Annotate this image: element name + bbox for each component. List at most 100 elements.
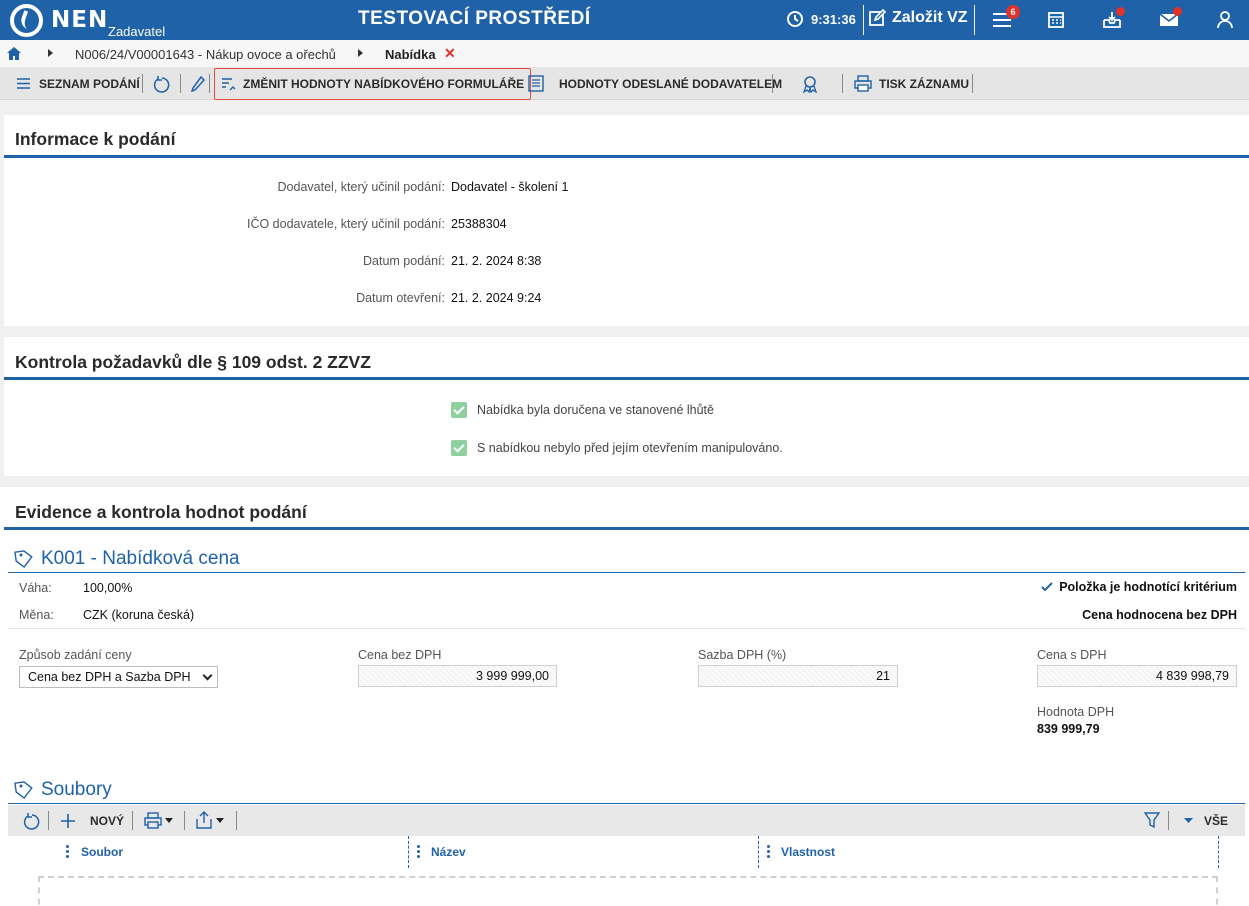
check-not-tampered: S nabídkou nebylo před jejím otevřením m… <box>451 440 783 456</box>
change-form-values-button[interactable]: ZMĚNIT HODNOTY NABÍDKOVÉHO FORMULÁŘE <box>214 68 532 100</box>
column-divider <box>758 836 759 868</box>
column-menu-icon[interactable] <box>417 845 420 858</box>
criterion-flag-label: Položka je hodnotící kritérium <box>1059 580 1237 594</box>
section-rule <box>4 377 1249 380</box>
files-toolbar: NOVÝ VŠE <box>8 805 1245 836</box>
section-rule <box>8 803 1245 804</box>
mail-button[interactable] <box>1157 7 1182 32</box>
export-menu-button[interactable] <box>196 811 224 829</box>
print-button[interactable]: TISK ZÁZNAMU <box>854 67 969 100</box>
price-vat-label: Cena s DPH <box>1037 648 1107 662</box>
filter-icon[interactable] <box>1144 812 1160 829</box>
checked-checkbox-icon <box>451 440 467 456</box>
file-drop-zone[interactable] <box>38 876 1218 906</box>
list-label: SEZNAM PODÁNÍ <box>39 76 140 91</box>
vat-amount-value: 839 999,79 <box>1037 722 1100 736</box>
currency-value: CZK (koruna česká) <box>83 608 195 622</box>
edit-icon <box>869 9 886 26</box>
chevron-right-icon <box>48 49 53 57</box>
column-menu-icon[interactable] <box>66 845 69 858</box>
submitted-date-label: Datum podání: <box>363 254 445 268</box>
weight-value: 100,00% <box>83 581 133 595</box>
opened-date-value: 21. 2. 2024 9:24 <box>451 291 542 305</box>
print-menu-button[interactable] <box>144 812 173 829</box>
evidence-panel: Evidence a kontrola hodnot podání K001 -… <box>0 487 1249 906</box>
price-no-vat-label: Cena bez DPH <box>358 648 442 662</box>
price-mode-value: Cena bez DPH a Sazba DPH <box>28 670 191 684</box>
divider <box>48 811 49 830</box>
calendar-button[interactable] <box>1044 8 1068 32</box>
filter-all-label: VŠE <box>1204 813 1229 828</box>
check-delivered-label: Nabídka byla doručena ve stanovené lhůtě <box>477 403 714 417</box>
column-header-property[interactable]: Vlastnost <box>781 845 835 859</box>
divider <box>209 74 210 93</box>
close-tab-icon[interactable]: ✕ <box>444 45 456 62</box>
filter-all-dropdown[interactable]: VŠE <box>1184 805 1228 836</box>
divider <box>1168 811 1169 830</box>
toolbar: SEZNAM PODÁNÍ ZMĚNIT HODNOTY NABÍDKOVÉHO… <box>0 67 1249 100</box>
menu-button[interactable]: 6 <box>990 5 1020 32</box>
divider <box>842 74 843 93</box>
logo-subtitle: Zadavatel <box>108 24 166 39</box>
breadcrumb-current: Nabídka <box>385 47 436 62</box>
list-button[interactable]: SEZNAM PODÁNÍ <box>17 67 140 100</box>
check-not-tampered-label: S nabídkou nebylo před jejím otevřením m… <box>477 441 783 455</box>
home-icon[interactable] <box>7 47 21 60</box>
create-vz-button[interactable]: Založit VZ <box>868 9 968 27</box>
column-divider <box>408 836 409 868</box>
new-file-button[interactable]: NOVÝ <box>60 805 124 836</box>
submitted-date-value: 21. 2. 2024 8:38 <box>451 254 542 268</box>
evaluated-note: Cena hodnocena bez DPH <box>1082 608 1237 622</box>
share-icon <box>196 811 212 829</box>
refresh-icon[interactable] <box>23 812 41 830</box>
divider <box>974 5 975 35</box>
calculator-icon <box>1048 12 1064 28</box>
column-header-name[interactable]: Název <box>431 845 466 859</box>
award-button[interactable] <box>801 67 819 100</box>
price-vat-field: 4 839 998,79 <box>1037 665 1237 687</box>
column-header-file[interactable]: Soubor <box>81 845 123 859</box>
weight-label: Váha: <box>19 581 52 595</box>
section-rule <box>4 527 1249 530</box>
ico-value: 25388304 <box>451 217 507 231</box>
supplier-label: Dodavatel, který učinil podání: <box>277 180 445 194</box>
caret-down-icon <box>216 817 224 823</box>
new-file-label: NOVÝ <box>90 813 125 828</box>
breadcrumb-item[interactable]: N006/24/V00001643 - Nákup ovoce a ořechů <box>75 47 336 62</box>
checked-checkbox-icon <box>451 402 467 418</box>
user-icon <box>1217 11 1233 29</box>
award-icon <box>802 75 818 93</box>
printer-icon <box>144 812 162 829</box>
divider <box>180 74 181 93</box>
price-mode-select[interactable]: Cena bez DPH a Sazba DPH <box>19 666 218 688</box>
user-button[interactable] <box>1213 8 1237 32</box>
vat-rate-field[interactable]: 21 <box>698 665 898 687</box>
divider <box>863 5 864 35</box>
files-grid-header: Soubor Název Vlastnost <box>8 836 1245 868</box>
caret-down-icon <box>165 818 173 823</box>
mail-dot <box>1173 7 1182 16</box>
check-icon <box>1041 582 1053 592</box>
inbox-button[interactable] <box>1100 7 1125 32</box>
price-no-vat-field[interactable]: 3 999 999,00 <box>358 665 557 687</box>
vat-rate-label: Sazba DPH (%) <box>698 648 787 662</box>
sent-values-button[interactable]: HODNOTY ODESLANÉ DODAVATELEM <box>528 67 782 100</box>
session-clock: 9:31:36 <box>786 10 856 28</box>
divider <box>184 811 185 830</box>
nen-logo[interactable]: NEN <box>10 3 108 37</box>
files-heading: Soubory <box>14 779 112 801</box>
divider <box>132 811 133 830</box>
divider <box>972 74 973 93</box>
edit-button[interactable] <box>191 67 205 100</box>
refresh-button[interactable] <box>153 67 171 100</box>
tag-icon <box>14 781 33 800</box>
divider <box>8 628 1245 629</box>
change-form-values-label: ZMĚNIT HODNOTY NABÍDKOVÉHO FORMULÁŘE <box>243 77 525 91</box>
top-bar: NEN Zadavatel TESTOVACÍ PROSTŘEDÍ 9:31:3… <box>0 0 1249 40</box>
clock-time: 9:31:36 <box>811 11 856 27</box>
print-label: TISK ZÁZNAMU <box>879 76 969 91</box>
section-rule <box>4 155 1249 158</box>
column-menu-icon[interactable] <box>767 845 770 858</box>
control-title: Kontrola požadavků dle § 109 odst. 2 ZZV… <box>15 352 371 372</box>
section-rule <box>8 572 1245 573</box>
